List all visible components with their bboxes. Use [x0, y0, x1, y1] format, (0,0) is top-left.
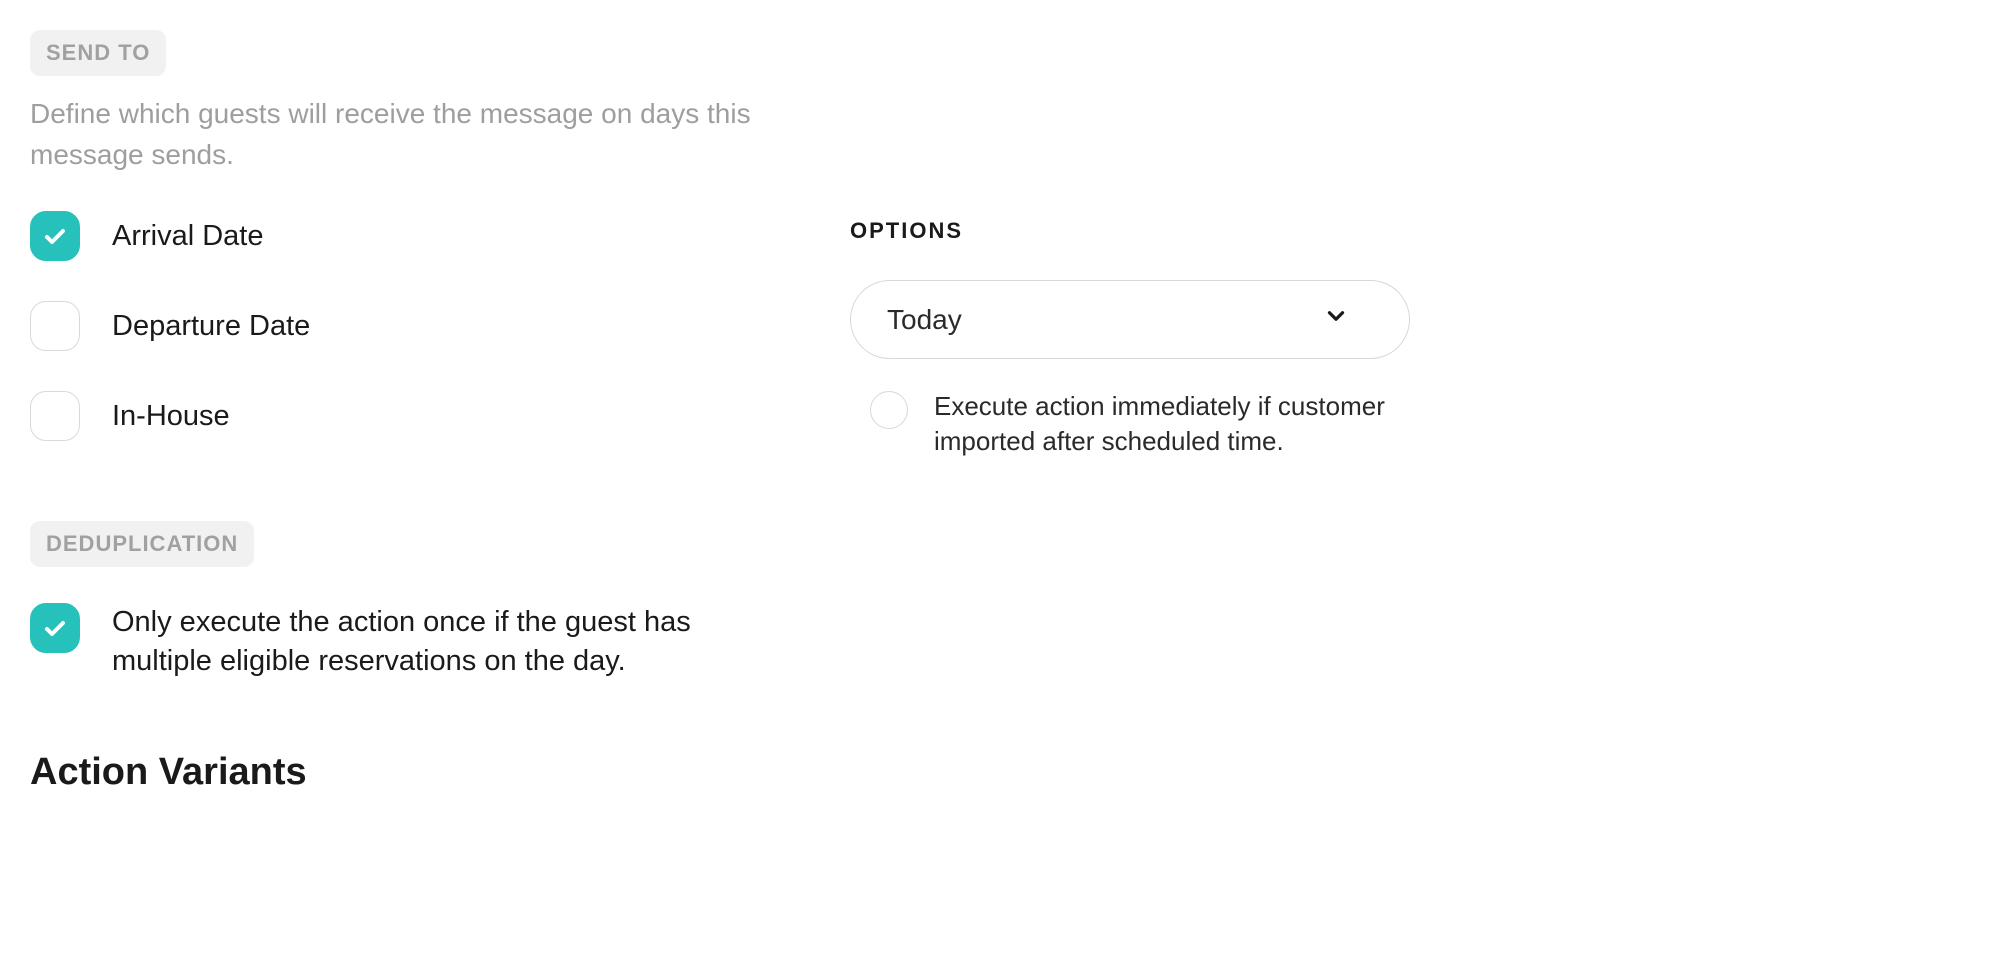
checkbox-in-house[interactable] [30, 391, 80, 441]
checkbox-execute-immediately[interactable] [870, 391, 908, 429]
in-house-label: In-House [112, 397, 790, 436]
send-to-tag: SEND TO [30, 30, 166, 76]
checkbox-departure-date[interactable] [30, 301, 80, 351]
checkbox-row-arrival[interactable]: Arrival Date [30, 211, 790, 261]
execute-immediately-row[interactable]: Execute action immediately if customer i… [850, 389, 1410, 459]
arrival-date-label: Arrival Date [112, 217, 790, 256]
check-icon [43, 616, 67, 640]
options-select-value: Today [887, 304, 962, 336]
departure-date-label: Departure Date [112, 307, 790, 346]
deduplication-tag: DEDUPLICATION [30, 521, 254, 567]
checkbox-row-departure[interactable]: Departure Date [30, 301, 790, 351]
checkbox-row-deduplication[interactable]: Only execute the action once if the gues… [30, 603, 790, 681]
options-heading: OPTIONS [850, 218, 1410, 244]
checkbox-deduplication[interactable] [30, 603, 80, 653]
chevron-down-icon [1323, 303, 1349, 336]
action-variants-heading: Action Variants [30, 751, 790, 794]
checkbox-arrival-date[interactable] [30, 211, 80, 261]
checkbox-row-inhouse[interactable]: In-House [30, 391, 790, 441]
options-select[interactable]: Today [850, 280, 1410, 359]
send-to-description: Define which guests will receive the mes… [30, 94, 790, 175]
execute-immediately-label: Execute action immediately if customer i… [934, 389, 1410, 459]
check-icon [43, 224, 67, 248]
deduplication-label: Only execute the action once if the gues… [112, 603, 790, 681]
